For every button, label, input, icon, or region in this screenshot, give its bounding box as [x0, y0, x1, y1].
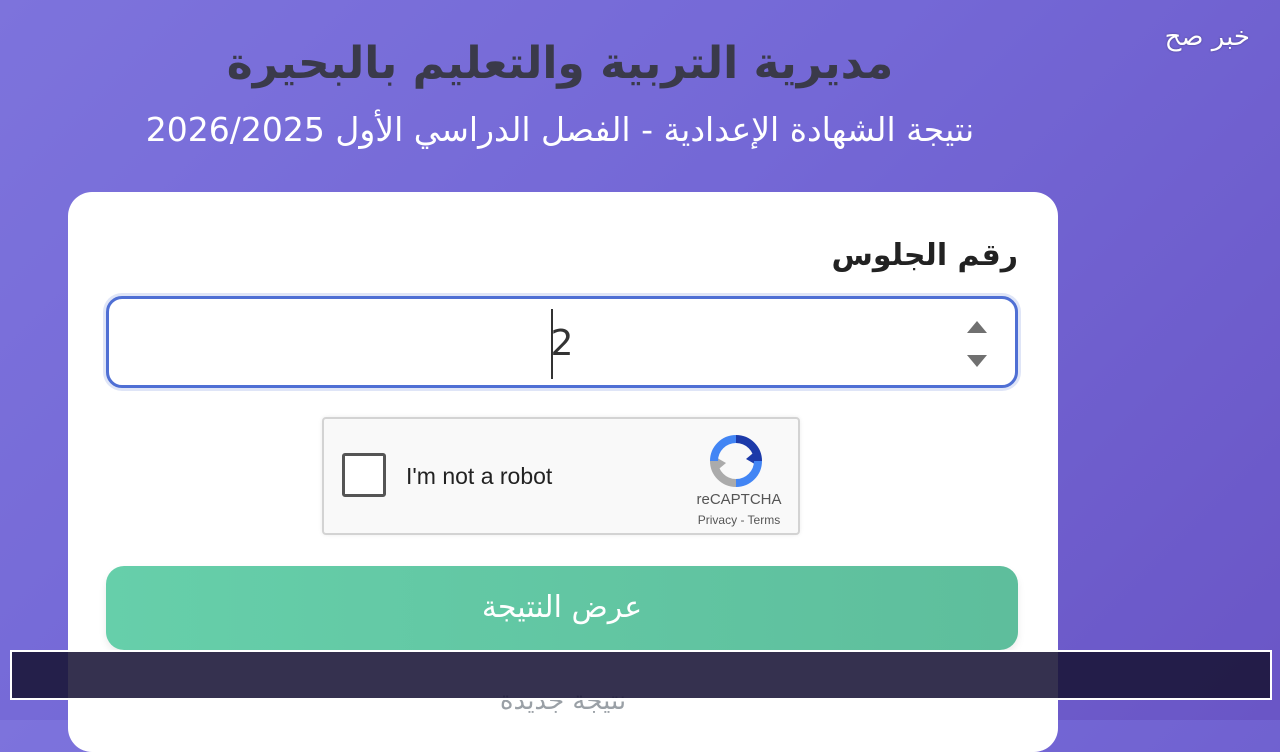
number-spinner	[965, 317, 989, 373]
recaptcha-label: I'm not a robot	[406, 463, 553, 489]
spinner-down-icon[interactable]	[967, 355, 987, 367]
page-subtitle: نتيجة الشهادة الإعدادية - الفصل الدراسي …	[145, 110, 975, 149]
recaptcha-privacy-terms-link[interactable]: Privacy - Terms	[684, 513, 794, 527]
site-watermark: خبر صح	[1164, 22, 1250, 52]
recaptcha-brand: reCAPTCHA	[696, 491, 782, 508]
text-caret	[551, 309, 553, 379]
seat-number-input[interactable]: 2	[106, 296, 1018, 388]
spinner-up-icon[interactable]	[967, 321, 987, 333]
recaptcha-checkbox[interactable]	[342, 453, 386, 497]
seat-number-label: رقم الجلوس	[831, 238, 1018, 273]
show-result-button[interactable]: عرض النتيجة	[106, 566, 1018, 650]
recaptcha-icon	[710, 435, 762, 487]
seat-number-value: 2	[550, 323, 574, 364]
caption-overlay-bar	[10, 650, 1272, 700]
page-title: مديرية التربية والتعليم بالبحيرة	[226, 38, 894, 89]
recaptcha-widget: I'm not a robot reCAPTCHA Privacy - Term…	[322, 417, 800, 535]
